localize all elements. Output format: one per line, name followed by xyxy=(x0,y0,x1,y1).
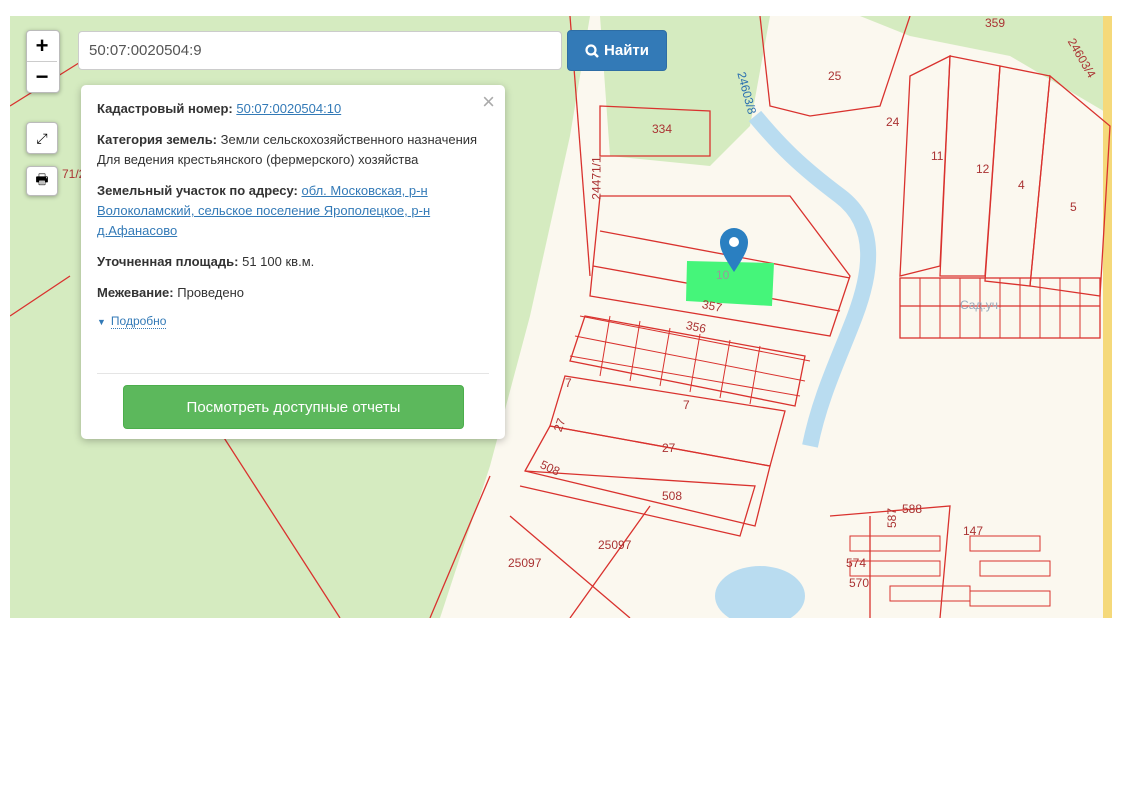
map-label: 587 xyxy=(885,507,900,529)
map-label: 7 xyxy=(683,398,690,412)
map-label: 4 xyxy=(1018,178,1025,192)
map-label: 12 xyxy=(976,162,990,176)
map-label: 147 xyxy=(963,524,984,538)
map-label: 588 xyxy=(902,502,923,516)
zoom-out-button[interactable]: − xyxy=(27,62,57,92)
map-label: 508 xyxy=(662,489,683,503)
land-use-value: Для ведения крестьянского (фермерского) … xyxy=(97,152,419,167)
zoom-in-button[interactable]: + xyxy=(27,31,57,62)
map-label: 570 xyxy=(849,576,870,590)
divider xyxy=(97,373,489,374)
details-label: Подробно xyxy=(110,314,167,329)
fullscreen-button[interactable]: ⤢ xyxy=(26,122,58,154)
zoom-control: + − xyxy=(26,30,60,93)
area-label: Уточненная площадь: xyxy=(97,254,239,269)
map-label: 10 xyxy=(716,268,730,282)
parcel-info-popup: × Кадастровый номер: 50:07:0020504:10 Ка… xyxy=(81,85,505,439)
category-value: Земли сельскохозяйственного назначения xyxy=(220,132,478,147)
search-icon xyxy=(585,43,599,58)
area-value: 51 100 кв.м. xyxy=(242,254,315,269)
map-label: 25097 xyxy=(598,538,632,552)
map-label: 25097 xyxy=(508,556,542,570)
map-label: 24 xyxy=(886,115,900,129)
map-label: 334 xyxy=(652,122,673,136)
close-icon[interactable]: × xyxy=(482,89,495,115)
cad-label: Кадастровый номер: xyxy=(97,101,233,116)
cad-number-link[interactable]: 50:07:0020504:10 xyxy=(236,101,341,116)
category-label: Категория земель: xyxy=(97,132,218,147)
survey-value: Проведено xyxy=(177,285,244,300)
map-label: 27 xyxy=(662,441,676,455)
map-label: 574 xyxy=(846,556,867,570)
expand-icon: ⤢ xyxy=(36,129,48,146)
address-label: Земельный участок по адресу: xyxy=(97,183,298,198)
map-label: 7 xyxy=(565,376,572,390)
caret-down-icon: ▼ xyxy=(97,316,106,327)
view-reports-button[interactable]: Посмотреть доступные отчеты xyxy=(123,385,464,429)
map-label: 359 xyxy=(985,16,1006,30)
find-button[interactable]: Найти xyxy=(567,30,667,71)
print-button[interactable]: 🖶 xyxy=(26,166,58,196)
map-label: 5 xyxy=(1070,200,1077,214)
search-input[interactable] xyxy=(78,31,562,70)
print-icon: 🖶 xyxy=(35,171,49,187)
survey-label: Межевание: xyxy=(97,285,174,300)
map-label: 24471/1 xyxy=(589,156,604,200)
details-toggle[interactable]: ▼ Подробно xyxy=(97,314,489,329)
map-label: 25 xyxy=(828,69,842,83)
map-label: 11 xyxy=(931,149,944,163)
find-button-label: Найти xyxy=(604,42,649,59)
map-label: Сад.уч. xyxy=(960,298,1002,312)
